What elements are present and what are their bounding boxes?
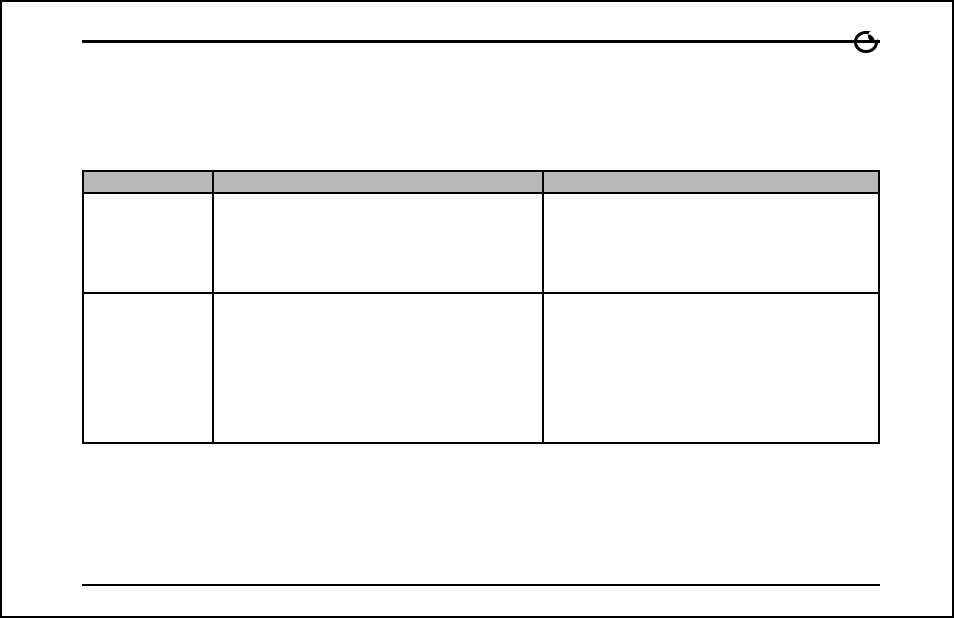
header-rule bbox=[82, 40, 880, 43]
cell-r2c1 bbox=[83, 293, 213, 443]
cell-r2c3 bbox=[543, 293, 879, 443]
table-row bbox=[83, 293, 879, 443]
cell-r1c1 bbox=[83, 193, 213, 293]
cell-r1c2 bbox=[213, 193, 543, 293]
footer-rule bbox=[82, 584, 880, 586]
document-page bbox=[82, 40, 880, 586]
table-header-row bbox=[83, 171, 879, 193]
letter-o-logo-icon bbox=[852, 30, 880, 54]
table-header-2 bbox=[213, 171, 543, 193]
table-header-3 bbox=[543, 171, 879, 193]
cell-r1c3 bbox=[543, 193, 879, 293]
table-header-1 bbox=[83, 171, 213, 193]
data-table bbox=[82, 170, 880, 444]
table-row bbox=[83, 193, 879, 293]
cell-r2c2 bbox=[213, 293, 543, 443]
